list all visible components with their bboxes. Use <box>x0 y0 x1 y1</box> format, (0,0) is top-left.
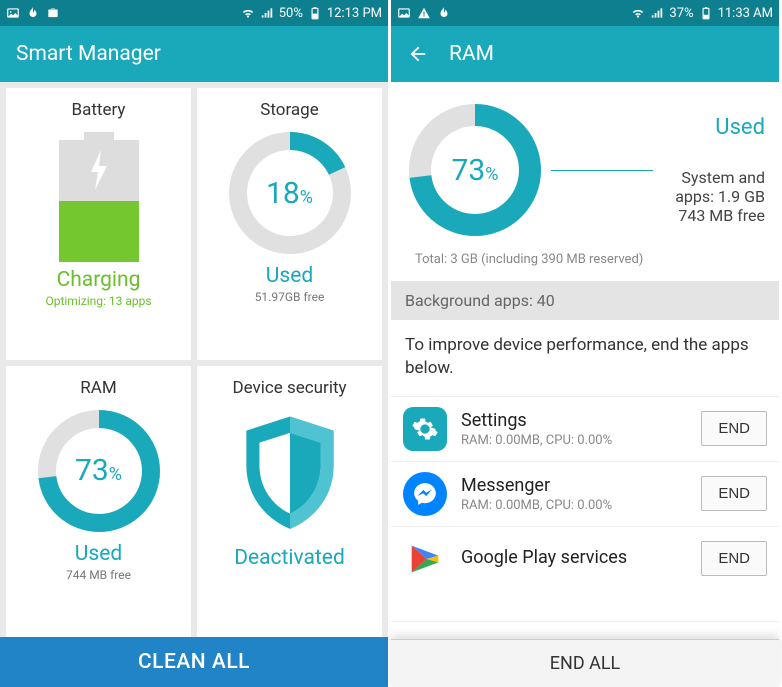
end-button[interactable]: END <box>701 476 767 511</box>
list-item: Settings RAM: 0.00MB, CPU: 0.00% END <box>391 397 779 462</box>
wifi-icon <box>631 6 645 20</box>
card-title: RAM <box>80 378 116 398</box>
battery-pct-text: 50% <box>279 6 303 21</box>
app-meta: RAM: 0.00MB, CPU: 0.00% <box>461 433 687 448</box>
ram-pct-text: 73% <box>75 453 122 488</box>
security-status: Deactivated <box>234 546 345 570</box>
card-grid: Battery Charging Optimizing: 13 apps Sto… <box>0 82 388 637</box>
storage-status: Used <box>266 264 313 288</box>
system-apps-line: System and apps: 1.9 GB <box>663 168 765 206</box>
smart-manager-screen: 50% 12:13 PM Smart Manager Battery Charg… <box>0 0 391 687</box>
image-icon <box>6 6 20 20</box>
warning-icon <box>417 6 431 20</box>
signal-icon <box>260 6 274 20</box>
app-bar: Smart Manager <box>0 26 388 82</box>
ram-stats: Used System and apps: 1.9 GB 743 MB free <box>663 115 765 225</box>
battery-pct-text: 37% <box>669 6 693 21</box>
battery-card[interactable]: Battery Charging Optimizing: 13 apps <box>6 88 191 360</box>
clean-all-label: CLEAN ALL <box>138 650 250 674</box>
status-bar: 50% 12:13 PM <box>0 0 388 26</box>
signal-icon <box>650 6 664 20</box>
card-title: Device security <box>232 378 346 398</box>
ram-sub: 744 MB free <box>66 568 131 582</box>
background-apps-header: Background apps: 40 <box>391 281 779 320</box>
ram-detail-screen: 37% 11:33 AM RAM 73% Used System and app… <box>391 0 782 687</box>
clock-text: 12:13 PM <box>327 6 382 21</box>
app-bar: RAM <box>391 26 779 82</box>
image-icon <box>397 6 411 20</box>
battery-graphic <box>59 132 139 262</box>
battery-sub: Optimizing: 13 apps <box>45 294 151 308</box>
card-title: Storage <box>260 100 318 120</box>
end-button[interactable]: END <box>701 411 767 446</box>
card-title: Battery <box>72 100 126 120</box>
ram-card[interactable]: RAM 73% Used 744 MB free <box>6 366 191 638</box>
back-icon[interactable] <box>407 43 429 65</box>
ram-detail-pct: 73% <box>452 153 499 188</box>
shield-icon <box>225 406 355 536</box>
free-line: 743 MB free <box>663 206 765 225</box>
ram-donut: 73% <box>34 406 164 536</box>
app-name: Messenger <box>461 475 687 496</box>
pointer-line <box>551 170 653 171</box>
app-name: Settings <box>461 410 687 431</box>
battery-icon <box>308 6 322 20</box>
play-services-app-icon <box>403 537 447 581</box>
list-item: Google Play services END <box>391 527 779 622</box>
app-name: Google Play services <box>461 547 687 568</box>
ram-summary: 73% Used System and apps: 1.9 GB 743 MB … <box>391 82 779 281</box>
app-title: Smart Manager <box>16 42 161 66</box>
lightning-icon <box>86 150 112 190</box>
storage-sub: 51.97GB free <box>255 290 325 304</box>
storage-card[interactable]: Storage 18% Used 51.97GB free <box>197 88 382 360</box>
storage-pct-text: 18% <box>266 176 313 211</box>
end-all-button[interactable]: END ALL <box>391 639 779 687</box>
battery-status: Charging <box>57 268 141 292</box>
battery-icon <box>699 6 713 20</box>
app-meta: RAM: 0.00MB, CPU: 0.00% <box>461 498 687 513</box>
app-title: RAM <box>449 42 494 66</box>
performance-hint: To improve device performance, end the a… <box>391 320 779 397</box>
briefcase-icon <box>46 6 60 20</box>
total-line: Total: 3 GB (including 390 MB reserved) <box>405 252 765 267</box>
end-button[interactable]: END <box>701 541 767 576</box>
settings-app-icon <box>403 407 447 451</box>
messenger-app-icon <box>403 472 447 516</box>
storage-donut: 18% <box>225 128 355 258</box>
clean-all-button[interactable]: CLEAN ALL <box>0 637 388 687</box>
clock-text: 11:33 AM <box>718 6 773 21</box>
ram-status: Used <box>75 542 122 566</box>
wifi-icon <box>241 6 255 20</box>
ram-detail-donut: 73% <box>405 100 545 240</box>
flame-icon <box>26 6 40 20</box>
status-bar: 37% 11:33 AM <box>391 0 779 26</box>
used-label: Used <box>663 115 765 140</box>
security-card[interactable]: Device security Deactivated <box>197 366 382 638</box>
list-item: Messenger RAM: 0.00MB, CPU: 0.00% END <box>391 462 779 527</box>
end-all-label: END ALL <box>550 653 620 674</box>
flame-icon <box>437 6 451 20</box>
